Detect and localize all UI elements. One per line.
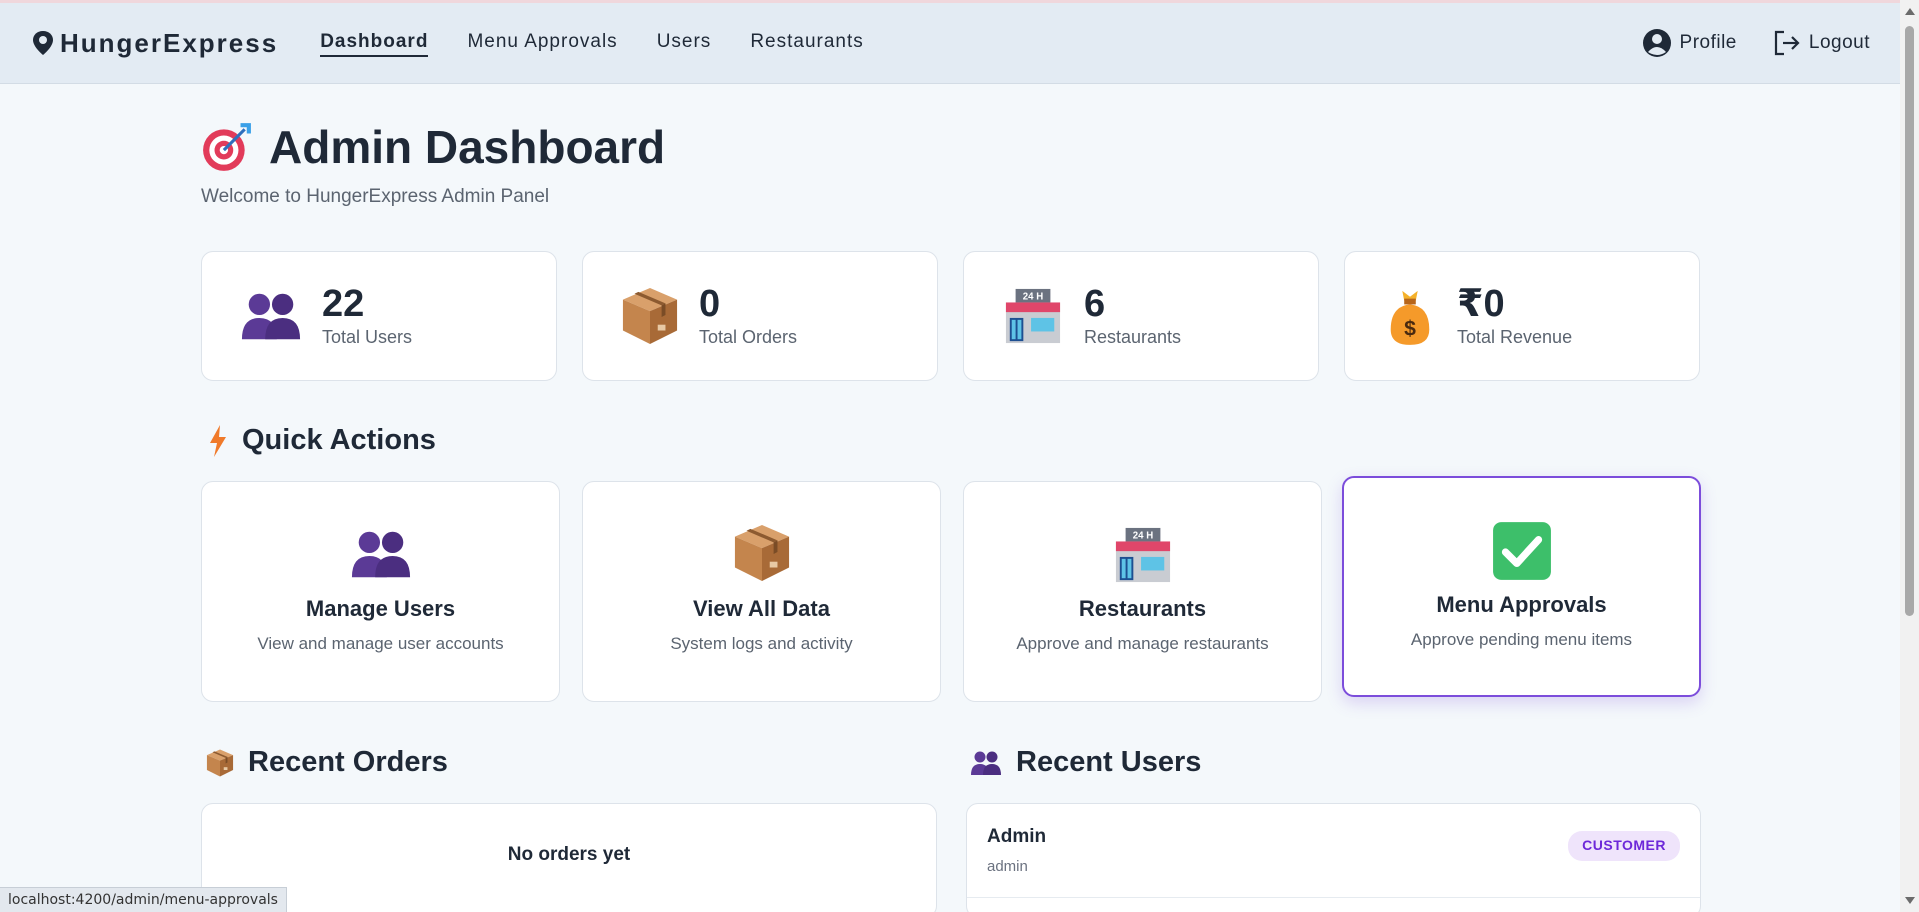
quick-actions-heading: Quick Actions	[208, 424, 436, 457]
action-desc: View and manage user accounts	[257, 634, 504, 653]
nav-link-menu-approvals[interactable]: Menu Approvals	[467, 29, 617, 57]
logout-label: Logout	[1808, 32, 1870, 53]
users-icon	[970, 749, 1002, 777]
lightning-icon	[208, 425, 228, 457]
role-badge: CUSTOMER	[1568, 831, 1680, 861]
nav-link-users[interactable]: Users	[657, 29, 712, 57]
users-icon	[240, 290, 302, 342]
target-icon	[201, 121, 253, 173]
nav-link-restaurants[interactable]: Restaurants	[750, 29, 863, 57]
check-icon	[1491, 520, 1553, 582]
action-desc: Approve pending menu items	[1410, 630, 1633, 649]
action-card-menu-approvals[interactable]: Menu Approvals Approve pending menu item…	[1342, 476, 1701, 697]
money-bag-icon	[1383, 285, 1437, 347]
browser-status-bar: localhost:4200/admin/menu-approvals	[0, 887, 287, 912]
package-icon	[206, 748, 234, 778]
profile-button[interactable]: Profile	[1642, 28, 1737, 58]
action-title: Manage Users	[305, 596, 456, 621]
user-name: Admin	[987, 826, 1047, 847]
action-title: Menu Approvals	[1436, 592, 1607, 617]
stats-row: 22 Total Users 0 Total Orders 6 Restaura…	[201, 251, 1700, 381]
action-card-view-all-data[interactable]: View All Data System logs and activity	[582, 481, 941, 702]
list-item[interactable]: Admin admin CUSTOMER	[967, 804, 1700, 898]
action-title: Restaurants	[1078, 596, 1207, 621]
user-circle-icon	[1642, 29, 1671, 57]
recent-users-heading: Recent Users	[970, 746, 1201, 779]
page-subtitle: Welcome to HungerExpress Admin Panel	[201, 186, 550, 207]
page-title: Admin Dashboard	[269, 121, 666, 173]
action-card-manage-users[interactable]: Manage Users View and manage user accoun…	[201, 481, 560, 702]
location-pin-icon	[33, 31, 53, 55]
stat-value: 6	[1084, 282, 1106, 325]
package-icon	[621, 285, 679, 347]
nav-right: Profile Logout	[1606, 28, 1870, 58]
stat-value: 0	[699, 282, 721, 325]
stat-label: Total Revenue	[1457, 326, 1573, 347]
stat-card-restaurants: 6 Restaurants	[963, 251, 1319, 381]
top-navbar: HungerExpress Dashboard Menu Approvals U…	[0, 0, 1900, 84]
stat-label: Total Orders	[699, 326, 798, 347]
action-desc: Approve and manage restaurants	[1016, 634, 1269, 653]
quick-actions-title: Quick Actions	[242, 424, 436, 456]
action-card-restaurants[interactable]: Restaurants Approve and manage restauran…	[963, 481, 1322, 702]
brand[interactable]: HungerExpress	[32, 28, 278, 59]
recent-orders-heading: Recent Orders	[206, 746, 448, 779]
stat-value: ₹0	[1457, 282, 1505, 325]
profile-label: Profile	[1679, 32, 1737, 53]
empty-orders-text: No orders yet	[507, 844, 631, 865]
recent-orders-panel: No orders yet	[201, 803, 937, 912]
brand-name: HungerExpress	[60, 27, 279, 58]
user-username: admin	[987, 858, 1028, 875]
users-icon	[350, 528, 412, 580]
page-header: Admin Dashboard Welcome to HungerExpress…	[201, 120, 665, 208]
stat-value: 22	[322, 282, 365, 325]
stat-card-revenue: ₹0 Total Revenue	[1344, 251, 1700, 381]
scroll-down-arrow[interactable]	[1905, 897, 1915, 904]
scroll-up-arrow[interactable]	[1905, 8, 1915, 15]
stat-card-users: 22 Total Users	[201, 251, 557, 381]
quick-actions-grid: Manage Users View and manage user accoun…	[201, 476, 1701, 702]
page-scrollbar[interactable]	[1900, 0, 1919, 912]
store-icon	[1112, 526, 1174, 584]
logout-button[interactable]: Logout	[1773, 30, 1870, 56]
action-title: View All Data	[693, 596, 830, 621]
stat-label: Total Users	[322, 326, 413, 347]
store-icon	[1002, 287, 1064, 345]
nav-links: Dashboard Menu Approvals Users Restauran…	[320, 29, 903, 57]
action-desc: System logs and activity	[670, 634, 853, 653]
recent-orders-title: Recent Orders	[248, 746, 448, 778]
recent-users-panel: Admin admin CUSTOMER	[966, 803, 1701, 912]
stat-card-orders: 0 Total Orders	[582, 251, 938, 381]
scroll-thumb[interactable]	[1905, 26, 1914, 616]
nav-link-dashboard[interactable]: Dashboard	[320, 29, 429, 57]
stat-label: Restaurants	[1084, 326, 1182, 347]
package-icon	[733, 522, 791, 584]
logout-icon	[1774, 30, 1800, 56]
recent-users-title: Recent Users	[1016, 746, 1202, 778]
